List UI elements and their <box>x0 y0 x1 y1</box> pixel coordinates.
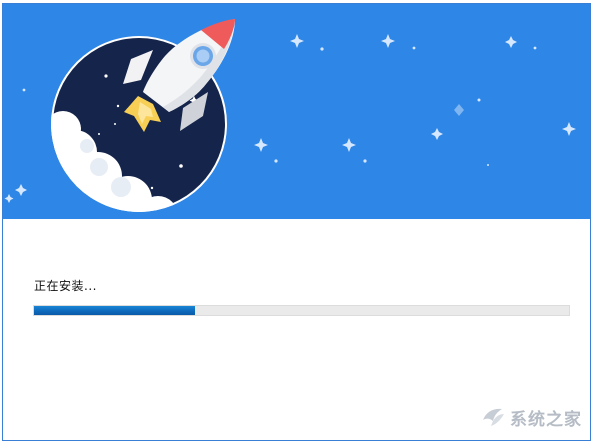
install-progress-fill <box>34 306 195 315</box>
watermark-logo-icon <box>483 408 504 426</box>
watermark-text: 系统之家 <box>510 409 582 430</box>
install-progress-bar <box>33 305 570 316</box>
installer-window: 正在安装... 系统之家 <box>2 3 591 441</box>
watermark: 系统之家 <box>480 404 582 430</box>
header-banner <box>3 4 590 219</box>
install-status-label: 正在安装... <box>34 279 97 293</box>
rocket-illustration <box>4 19 576 212</box>
